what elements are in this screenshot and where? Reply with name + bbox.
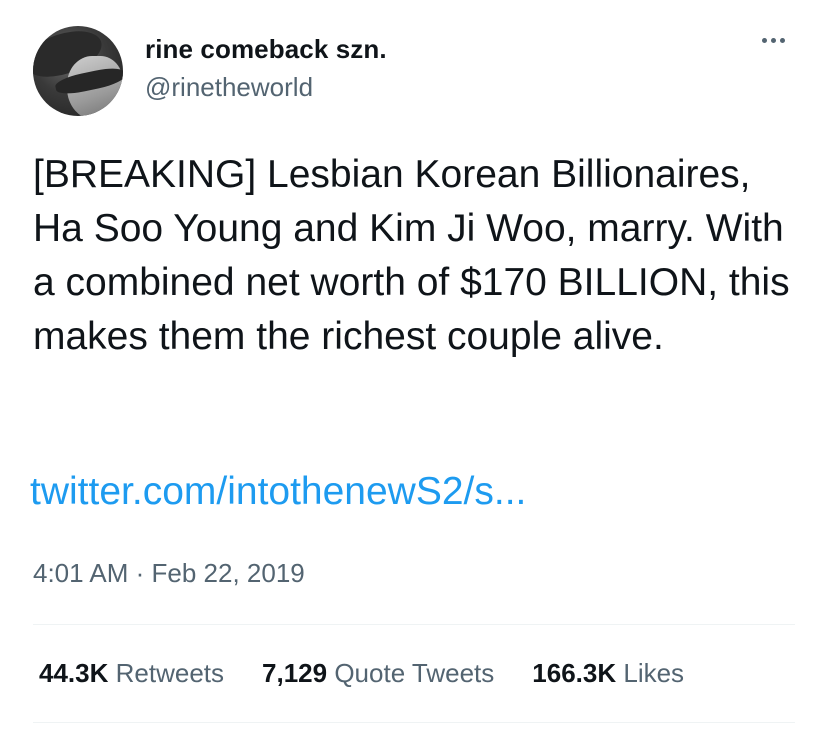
user-handle[interactable]: @rinetheworld xyxy=(145,72,313,103)
dot xyxy=(771,38,776,43)
tweet-link[interactable]: twitter.com/intothenewS2/s... xyxy=(30,470,526,514)
tweet-time: 4:01 AM xyxy=(33,558,129,588)
timestamp[interactable]: 4:01 AM · Feb 22, 2019 xyxy=(33,558,305,589)
retweets-label: Retweets xyxy=(115,658,225,688)
likes-stat[interactable]: 166.3K Likes xyxy=(532,658,684,689)
likes-count: 166.3K xyxy=(532,658,617,688)
dot xyxy=(762,38,767,43)
engagement-stats: 44.3K Retweets 7,129 Quote Tweets 166.3K… xyxy=(39,658,684,689)
retweets-stat[interactable]: 44.3K Retweets xyxy=(39,658,224,689)
divider-top xyxy=(33,624,795,625)
dot xyxy=(780,38,785,43)
retweets-count: 44.3K xyxy=(39,658,109,688)
more-options-icon[interactable] xyxy=(762,38,785,43)
likes-label: Likes xyxy=(623,658,685,688)
divider-bottom xyxy=(33,722,795,723)
tweet-date: Feb 22, 2019 xyxy=(151,558,305,588)
quote-tweets-label: Quote Tweets xyxy=(334,658,495,688)
tweet-text: [BREAKING] Lesbian Korean Billionaires, … xyxy=(33,153,790,358)
display-name[interactable]: rine comeback szn. xyxy=(145,34,387,65)
quote-tweets-stat[interactable]: 7,129 Quote Tweets xyxy=(262,658,494,689)
avatar[interactable] xyxy=(33,26,123,116)
timestamp-separator: · xyxy=(128,558,152,588)
quote-tweets-count: 7,129 xyxy=(262,658,328,688)
